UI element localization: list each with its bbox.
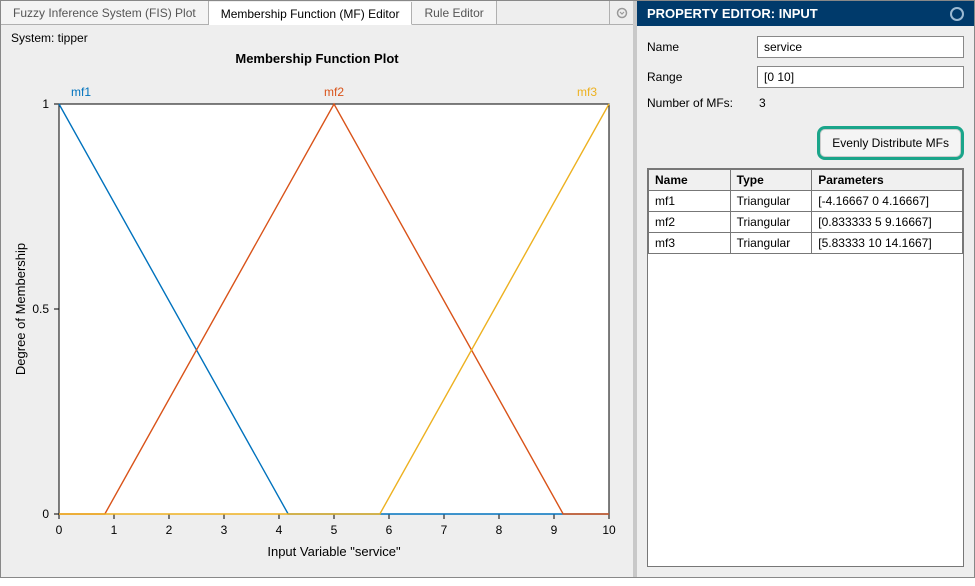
svg-text:0: 0 bbox=[56, 523, 63, 537]
tab-mf-editor[interactable]: Membership Function (MF) Editor bbox=[209, 2, 413, 25]
svg-text:1: 1 bbox=[111, 523, 118, 537]
range-row: Range bbox=[647, 66, 964, 88]
gear-icon[interactable] bbox=[950, 7, 964, 21]
mf-table-container: Name Type Parameters mf1Triangular[-4.16… bbox=[647, 168, 964, 567]
name-row: Name bbox=[647, 36, 964, 58]
range-input[interactable] bbox=[757, 66, 964, 88]
svg-text:2: 2 bbox=[166, 523, 173, 537]
property-editor-body: Name Range Number of MFs: 3 bbox=[637, 26, 974, 124]
cell-type: Triangular bbox=[730, 212, 812, 233]
num-mfs-label: Number of MFs: bbox=[647, 96, 757, 110]
name-input[interactable] bbox=[757, 36, 964, 58]
cell-name: mf3 bbox=[649, 233, 731, 254]
svg-text:mf3: mf3 bbox=[577, 85, 597, 99]
cell-type: Triangular bbox=[730, 191, 812, 212]
svg-text:4: 4 bbox=[276, 523, 283, 537]
tab-dropdown-icon[interactable] bbox=[609, 1, 633, 24]
evenly-distribute-button[interactable]: Evenly Distribute MFs bbox=[817, 126, 964, 160]
svg-text:0.5: 0.5 bbox=[32, 302, 49, 316]
cell-params: [0.833333 5 9.16667] bbox=[812, 212, 963, 233]
svg-text:7: 7 bbox=[441, 523, 448, 537]
button-row: Evenly Distribute MFs bbox=[637, 124, 974, 168]
cell-name: mf1 bbox=[649, 191, 731, 212]
svg-text:3: 3 bbox=[221, 523, 228, 537]
table-row[interactable]: mf2Triangular[0.833333 5 9.16667] bbox=[649, 212, 963, 233]
tab-fis[interactable]: Fuzzy Inference System (FIS) Plot bbox=[1, 1, 209, 24]
svg-text:9: 9 bbox=[551, 523, 558, 537]
svg-text:mf1: mf1 bbox=[71, 85, 91, 99]
mf-table[interactable]: Name Type Parameters mf1Triangular[-4.16… bbox=[648, 169, 963, 254]
svg-text:6: 6 bbox=[386, 523, 393, 537]
svg-text:1: 1 bbox=[42, 97, 49, 111]
svg-text:0: 0 bbox=[42, 507, 49, 521]
system-label: System: tipper bbox=[1, 25, 633, 47]
mf-plot[interactable]: 0 1 2 3 4 5 6 7 8 9 10 0 0.5 1 Input Variable "service… bbox=[11, 70, 623, 576]
tab-strip: Fuzzy Inference System (FIS) Plot Member… bbox=[1, 1, 633, 25]
cell-params: [-4.16667 0 4.16667] bbox=[812, 191, 963, 212]
num-mfs-row: Number of MFs: 3 bbox=[647, 96, 964, 110]
left-panel: Fuzzy Inference System (FIS) Plot Member… bbox=[1, 1, 633, 577]
tab-rule-editor[interactable]: Rule Editor bbox=[412, 1, 496, 24]
property-editor-header: PROPERTY EDITOR: INPUT bbox=[637, 1, 974, 26]
table-row[interactable]: mf1Triangular[-4.16667 0 4.16667] bbox=[649, 191, 963, 212]
col-name: Name bbox=[649, 170, 731, 191]
svg-text:10: 10 bbox=[602, 523, 616, 537]
range-label: Range bbox=[647, 70, 757, 84]
cell-params: [5.83333 10 14.1667] bbox=[812, 233, 963, 254]
svg-text:Degree of Membership: Degree of Membership bbox=[13, 243, 28, 375]
property-editor-title: PROPERTY EDITOR: INPUT bbox=[647, 6, 818, 21]
cell-name: mf2 bbox=[649, 212, 731, 233]
col-params: Parameters bbox=[812, 170, 963, 191]
col-type: Type bbox=[730, 170, 812, 191]
cell-type: Triangular bbox=[730, 233, 812, 254]
plot-container: Membership Function Plot 0 1 2 3 4 5 6 7 8 9 10 0 0.… bbox=[1, 47, 633, 586]
tab-spacer bbox=[497, 1, 609, 24]
name-label: Name bbox=[647, 40, 757, 54]
svg-text:mf2: mf2 bbox=[324, 85, 344, 99]
app-root: Fuzzy Inference System (FIS) Plot Member… bbox=[0, 0, 975, 578]
svg-text:8: 8 bbox=[496, 523, 503, 537]
svg-text:5: 5 bbox=[331, 523, 338, 537]
svg-text:Input Variable "service": Input Variable "service" bbox=[267, 544, 401, 559]
property-editor-panel: PROPERTY EDITOR: INPUT Name Range Number… bbox=[633, 1, 974, 577]
table-row[interactable]: mf3Triangular[5.83333 10 14.1667] bbox=[649, 233, 963, 254]
num-mfs-value: 3 bbox=[757, 96, 964, 110]
plot-title: Membership Function Plot bbox=[235, 49, 398, 70]
